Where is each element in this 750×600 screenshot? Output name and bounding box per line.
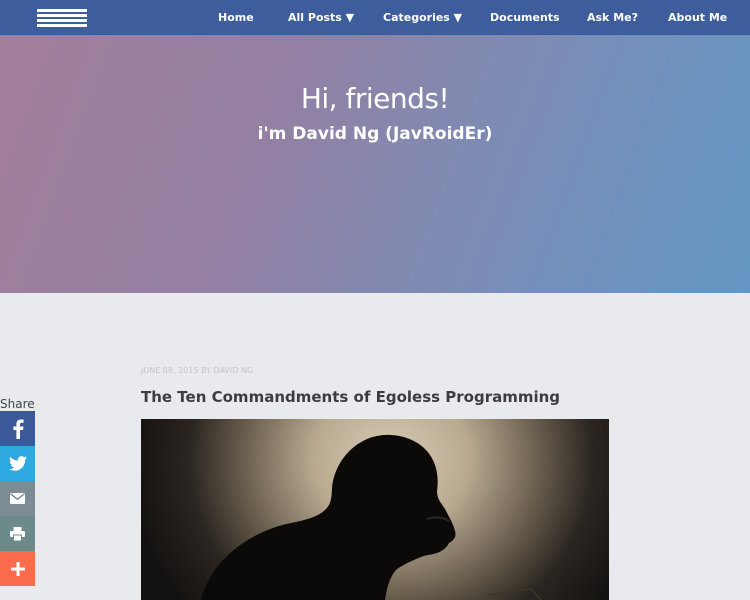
hero-title: Hi, friends! [300,82,450,115]
nav-item-categories[interactable]: Categories ▼ [383,0,462,35]
post-meta: JUNE 08, 2015 BY DAVID NG [141,366,254,375]
nav-item-about-me[interactable]: About Me [668,0,727,35]
share-more-button[interactable] [0,551,35,586]
share-label: Share [0,397,35,411]
nav-item-documents[interactable]: Documents [490,0,560,35]
nav-item-all-posts[interactable]: All Posts ▼ [288,0,354,35]
hamburger-menu-icon[interactable] [37,9,87,27]
share-twitter-button[interactable] [0,446,35,481]
nav-item-ask-me[interactable]: Ask Me? [587,0,638,35]
twitter-icon [8,456,27,471]
share-print-button[interactable] [0,516,35,551]
post-title-link[interactable]: The Ten Commandments of Egoless Programm… [141,388,560,406]
share-email-button[interactable] [0,481,35,516]
nav-item-home[interactable]: Home [218,0,254,35]
hero-subtitle: i'm David Ng (JavRoidEr) [257,124,493,144]
facebook-icon [12,419,24,439]
hero-banner: Hi, friends! i'm David Ng (JavRoidEr) [0,35,750,293]
print-icon [10,526,25,541]
post-featured-image[interactable] [141,419,609,600]
email-icon [10,493,25,504]
silhouette-photo [201,434,542,600]
share-facebook-button[interactable] [0,411,35,446]
top-navbar: Home All Posts ▼ Categories ▼ Documents … [0,0,750,35]
plus-icon [10,561,25,576]
